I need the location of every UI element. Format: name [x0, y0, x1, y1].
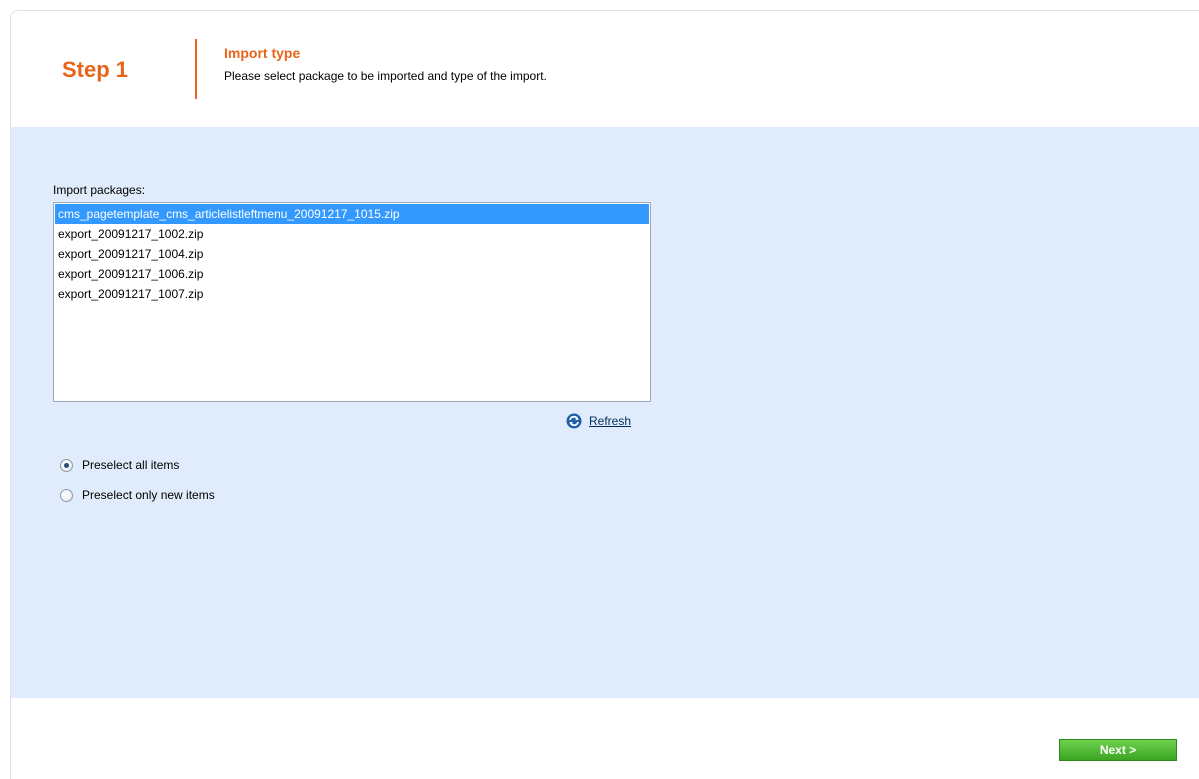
- refresh-link-container[interactable]: Refresh: [566, 413, 631, 429]
- preselect-all-option[interactable]: Preselect all items: [60, 458, 179, 472]
- refresh-link[interactable]: Refresh: [589, 414, 631, 428]
- preselect-all-label: Preselect all items: [82, 458, 180, 472]
- step-heading: Import type: [224, 45, 301, 61]
- import-wizard: Step 1 Import type Please select package…: [10, 10, 1199, 779]
- package-item[interactable]: export_20091217_1007.zip: [55, 284, 649, 304]
- package-item[interactable]: export_20091217_1006.zip: [55, 264, 649, 284]
- wizard-header: Step 1 Import type Please select package…: [11, 11, 1199, 127]
- package-item[interactable]: export_20091217_1002.zip: [55, 224, 649, 244]
- header-divider: [195, 39, 197, 99]
- import-packages-list[interactable]: cms_pagetemplate_cms_articlelistleftmenu…: [53, 202, 651, 402]
- step-description: Please select package to be imported and…: [224, 69, 547, 83]
- refresh-icon[interactable]: [566, 413, 582, 429]
- preselect-new-label: Preselect only new items: [82, 488, 215, 502]
- step-title: Step 1: [62, 57, 129, 82]
- preselect-new-radio[interactable]: [60, 488, 73, 502]
- preselect-all-radio[interactable]: [60, 458, 73, 472]
- wizard-content: Import packages: cms_pagetemplate_cms_ar…: [11, 127, 1199, 698]
- next-button[interactable]: Next >: [1059, 739, 1177, 761]
- package-item[interactable]: cms_pagetemplate_cms_articlelistleftmenu…: [55, 204, 649, 224]
- package-item[interactable]: export_20091217_1004.zip: [55, 244, 649, 264]
- import-packages-label: Import packages:: [53, 183, 146, 197]
- wizard-footer: Next >: [11, 698, 1199, 779]
- preselect-new-option[interactable]: Preselect only new items: [60, 488, 215, 502]
